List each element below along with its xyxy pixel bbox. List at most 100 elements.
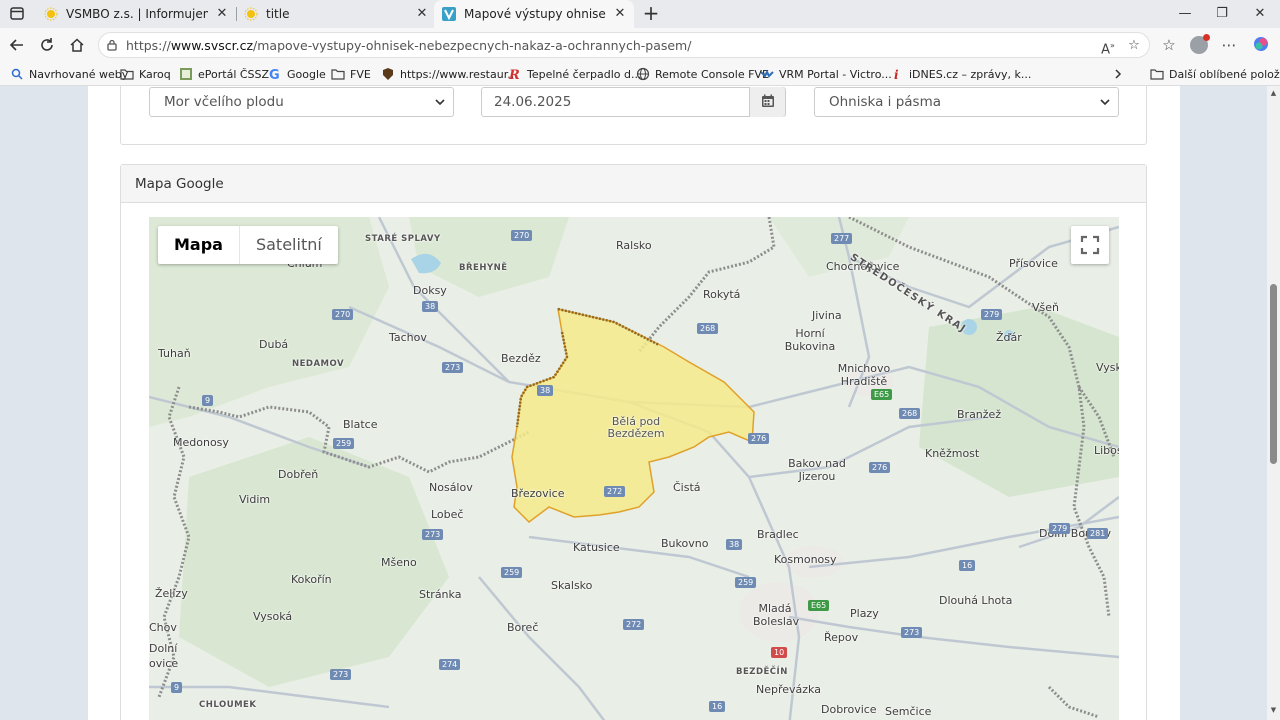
more-menu-icon[interactable]: ⋯ [1218, 34, 1240, 56]
svg-text:G: G [269, 68, 280, 81]
page-content: Mor včelího plodu 24.06.2025 Ohniska i p… [88, 86, 1180, 720]
bookmark-other-favorites[interactable]: Další oblíbené položky [1150, 66, 1280, 82]
map-label: Medonosy [173, 436, 229, 449]
road-shield: 273 [422, 529, 444, 540]
bookmark-idnes[interactable]: i iDNES.cz – zprávy, k... [890, 66, 1031, 82]
profile-avatar[interactable] [1190, 34, 1210, 54]
bookmark-label: iDNES.cz – zprávy, k... [909, 67, 1032, 81]
url-text: https://www.svscr.cz/mapove-vystupy-ohni… [126, 38, 692, 53]
map-label: Doksy [413, 284, 447, 297]
minimize-icon[interactable]: — [1175, 4, 1195, 24]
map-label: Vysoká [253, 610, 293, 623]
map-label: Branžež [957, 408, 1002, 421]
bookmark-label: https://www.restaur... [400, 67, 518, 81]
favorite-star-icon[interactable]: ☆ [1125, 37, 1143, 55]
bookmark-navrhovane-weby[interactable]: Navrhované weby [10, 66, 128, 82]
map-label: Lobeč [431, 508, 464, 521]
sun-icon [44, 7, 58, 21]
road-shield: 276 [748, 433, 770, 444]
globe-icon [636, 67, 650, 81]
map-label-small: NEDAMOV [292, 359, 345, 369]
r-logo-icon: R [508, 68, 520, 81]
bookmark-label: FVE [350, 67, 371, 81]
reload-button[interactable] [36, 34, 58, 56]
road-shield: 16 [709, 701, 726, 712]
map-type-map-button[interactable]: Mapa [158, 226, 239, 264]
road-shield: 276 [869, 462, 891, 473]
road-shield: 270 [511, 230, 533, 241]
home-button[interactable] [66, 34, 88, 56]
bookmark-vrm-portal[interactable]: VRM Portal - Victro... [760, 66, 892, 82]
map-label: Dubá [259, 338, 289, 351]
tab-title: VSMBO z.s. | Informujeme [66, 7, 208, 21]
calendar-button[interactable] [749, 87, 785, 117]
map-label: Tuhaň [158, 347, 191, 360]
bookmarks-bar: Navrhované weby Karoq ePortál ČSSZ G Goo… [0, 62, 1280, 86]
bookmark-karoq[interactable]: Karoq [120, 66, 171, 82]
road-shield: 279 [981, 309, 1003, 320]
disease-select-value: Mor včelího plodu [164, 94, 284, 110]
bookmarks-overflow-icon[interactable] [1112, 66, 1124, 82]
tab-title-page[interactable]: title ✕ [236, 0, 436, 28]
bookmark-fve[interactable]: FVE [331, 66, 371, 82]
map-label: Plazy [850, 607, 879, 620]
map-label: Dobrovice [821, 703, 877, 716]
read-aloud-icon[interactable]: A» [1099, 37, 1117, 57]
bookmark-remote-console[interactable]: Remote Console FVE [636, 66, 769, 82]
road-shield: 268 [697, 323, 719, 334]
close-icon[interactable]: ✕ [612, 6, 628, 22]
map-label: Kokořín [291, 573, 332, 586]
copilot-icon[interactable] [1250, 34, 1272, 56]
address-bar[interactable]: https://www.svscr.cz/mapove-vystupy-ohni… [98, 32, 1150, 58]
close-icon[interactable]: ✕ [414, 6, 430, 22]
map-label: Kněžmost [925, 447, 980, 460]
close-icon[interactable]: ✕ [214, 6, 230, 22]
map-label: Vidim [239, 493, 271, 506]
date-field[interactable]: 24.06.2025 [481, 87, 786, 117]
road-shield: 270 [332, 309, 354, 320]
map-label: Boreč [507, 621, 539, 634]
bookmark-label: Remote Console FVE [655, 67, 769, 81]
map-type-control: Mapa Satelitní [158, 226, 338, 264]
map-label: Skalsko [551, 579, 593, 592]
bookmark-google[interactable]: G Google [268, 66, 326, 82]
tab-vsmbo[interactable]: VSMBO z.s. | Informujeme ✕ [36, 0, 236, 28]
tab-mapove-vystupy[interactable]: Mapové výstupy ohnisek nákaz v ✕ [434, 0, 634, 28]
scroll-up-icon[interactable]: ▲ [1269, 89, 1278, 98]
layer-select-value: Ohniska i pásma [829, 94, 942, 110]
new-tab-button[interactable]: + [640, 3, 662, 25]
road-shield: 274 [439, 659, 461, 670]
back-button[interactable] [6, 34, 28, 56]
map-label: Bezděz [501, 352, 541, 365]
bookmark-tepelne-cerpadlo[interactable]: R Tepelné čerpadlo d... [508, 66, 641, 82]
road-shield: 38 [726, 539, 743, 550]
lock-icon[interactable] [105, 38, 119, 52]
tab-actions-icon[interactable] [6, 4, 28, 24]
road-shield: 9 [202, 395, 214, 406]
bookmark-restaurace[interactable]: https://www.restaur... [381, 66, 518, 82]
map-label: Chov [149, 621, 177, 634]
fullscreen-button[interactable] [1071, 226, 1109, 264]
road-shield: 38 [422, 301, 439, 312]
bookmark-eportal-cssz[interactable]: ePortál ČSSZ [179, 66, 269, 82]
home-icon [70, 38, 84, 52]
map-label: Katusice [573, 541, 620, 554]
layer-select[interactable]: Ohniska i pásma [814, 87, 1119, 117]
favorites-icon[interactable]: ☆ [1158, 34, 1180, 56]
scrollbar-thumb[interactable] [1270, 284, 1277, 464]
map-type-satellite-button[interactable]: Satelitní [238, 226, 338, 264]
disease-select[interactable]: Mor včelího plodu [149, 87, 454, 117]
scroll-down-icon[interactable]: ▼ [1269, 706, 1278, 715]
google-map[interactable]: Ralsko Chocnějovice Přísovice Rokytá Dok… [149, 217, 1119, 720]
shield-logo-icon [383, 68, 393, 80]
map-label: Dolní [149, 642, 178, 655]
map-label-small: CHLOUMEK [199, 700, 257, 710]
restore-icon[interactable]: ❐ [1212, 4, 1232, 24]
arrow-left-icon [9, 39, 23, 51]
map-label: Mladá Boleslav [753, 602, 800, 628]
chevron-down-icon [435, 99, 445, 106]
page-scrollbar[interactable]: ▲ ▼ [1267, 86, 1280, 720]
close-window-icon[interactable]: ✕ [1250, 4, 1270, 24]
road-shield: 9 [171, 682, 183, 693]
filter-card: Mor včelího plodu 24.06.2025 Ohniska i p… [120, 86, 1147, 145]
